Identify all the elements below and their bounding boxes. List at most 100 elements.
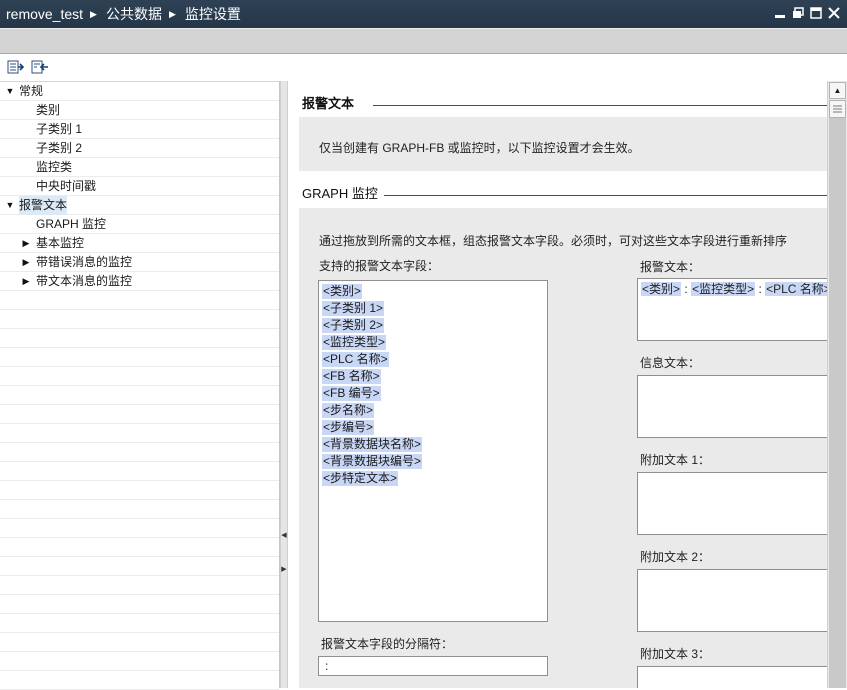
alarm-text-content: <类别> : <监控类型> : <PLC 名称> : < — [641, 280, 827, 297]
panel-splitter[interactable]: ◀ ▶ — [280, 81, 288, 688]
tree-item-label: 带文本消息的监控 — [36, 274, 133, 288]
tree-item-label: 子类别 2 — [36, 141, 83, 155]
scrollbar-thumb[interactable] — [829, 100, 846, 118]
additional-text-3-label: 附加文本 3： — [640, 647, 711, 661]
tree-item-label: 子类别 1 — [36, 122, 83, 136]
tree-empty-row — [0, 614, 279, 633]
field-item-instance-db-number[interactable]: <背景数据块编号> — [322, 454, 423, 469]
breadcrumb-separator-icon: ▶ — [168, 8, 176, 19]
tree-empty-row — [0, 329, 279, 348]
tree-item-label: 常规 — [19, 84, 44, 98]
field-item-subcategory-2[interactable]: <子类别 2> — [322, 318, 385, 333]
tree-empty-row — [0, 519, 279, 538]
minimize-icon — [775, 15, 785, 18]
tree-item-label: 类别 — [36, 103, 61, 117]
field-item-plc-name[interactable]: <PLC 名称> — [322, 352, 389, 367]
field-item-fb-number[interactable]: <FB 编号> — [322, 386, 381, 401]
collapsed-arrow-icon[interactable]: ▶ — [21, 234, 31, 253]
close-icon — [828, 7, 840, 19]
collapse-all-button[interactable] — [31, 59, 49, 75]
maximize-icon — [810, 7, 822, 19]
alarm-text-box[interactable]: <类别> : <监控类型> : <PLC 名称> : < — [637, 278, 827, 341]
tree-item-general[interactable]: ▼ 常规 — [0, 82, 279, 101]
info-panel: 仅当创建有 GRAPH-FB 或监控时，以下监控设置才会生效。 — [299, 117, 827, 171]
info-text: 仅当创建有 GRAPH-FB 或监控时，以下监控设置才会生效。 — [319, 141, 640, 155]
minimize-button[interactable] — [773, 5, 787, 21]
alarm-token-supervision-type[interactable]: <监控类型> — [691, 282, 756, 296]
tree-empty-row — [0, 557, 279, 576]
tree-empty-row — [0, 424, 279, 443]
tree-item-subcategory-1[interactable]: 子类别 1 — [0, 120, 279, 139]
field-item-supervision-type[interactable]: <监控类型> — [322, 335, 387, 350]
tree-empty-row — [0, 405, 279, 424]
tree-item-label: 报警文本 — [19, 196, 68, 215]
tree-empty-row — [0, 500, 279, 519]
breadcrumb-separator-icon: ▶ — [90, 8, 97, 19]
breadcrumb-supervision-settings[interactable]: 监控设置 — [185, 4, 241, 24]
field-item-step-name[interactable]: <步名称> — [322, 403, 375, 418]
vertical-scrollbar[interactable]: ▲ — [827, 81, 847, 688]
toolbar — [0, 54, 847, 81]
close-button[interactable] — [827, 5, 841, 21]
section-divider — [384, 195, 827, 196]
tree-item-label: 中央时间戳 — [36, 179, 97, 193]
additional-text-1-label: 附加文本 1： — [640, 453, 711, 467]
additional-text-2-box[interactable] — [637, 569, 827, 632]
section-divider — [373, 105, 827, 106]
tree-empty-row — [0, 481, 279, 500]
collapsed-arrow-icon[interactable]: ▶ — [21, 253, 31, 272]
graph-supervision-panel: 通过拖放到所需的文本框，组态报警文本字段。必须时，可对这些文本字段进行重新排序 … — [299, 208, 827, 688]
collapse-left-icon[interactable]: ◀ — [281, 531, 287, 539]
additional-text-2-label: 附加文本 2： — [640, 550, 711, 564]
expanded-arrow-icon[interactable]: ▼ — [5, 196, 15, 215]
expand-right-icon[interactable]: ▶ — [281, 565, 287, 573]
tree-empty-row — [0, 595, 279, 614]
additional-text-3-box[interactable] — [637, 666, 827, 688]
settings-content-pane: 报警文本 仅当创建有 GRAPH-FB 或监控时，以下监控设置才会生效。 GRA… — [288, 81, 827, 688]
tree-item-basic-supervision[interactable]: ▶ 基本监控 — [0, 234, 279, 253]
tree-item-graph-supervision[interactable]: GRAPH 监控 — [0, 215, 279, 234]
field-item-subcategory-1[interactable]: <子类别 1> — [322, 301, 385, 316]
field-item-step-number[interactable]: <步编号> — [322, 420, 375, 435]
tree-item-alarm-text[interactable]: ▼ 报警文本 — [0, 196, 279, 215]
tree-item-category[interactable]: 类别 — [0, 101, 279, 120]
tree-item-text-message-supervision[interactable]: ▶ 带文本消息的监控 — [0, 272, 279, 291]
additional-text-1-box[interactable] — [637, 472, 827, 535]
supported-fields-label: 支持的报警文本字段： — [319, 259, 440, 273]
tree-item-central-timestamp[interactable]: 中央时间戳 — [0, 177, 279, 196]
expand-all-button[interactable] — [7, 59, 25, 75]
info-text-box[interactable] — [637, 375, 827, 438]
editor-header-band — [0, 28, 847, 54]
tree-empty-row — [0, 386, 279, 405]
field-item-step-specific-text[interactable]: <步特定文本> — [322, 471, 399, 486]
tree-empty-row — [0, 291, 279, 310]
expanded-arrow-icon[interactable]: ▼ — [5, 82, 15, 101]
section-title-alarm-text: 报警文本 — [302, 96, 355, 111]
settings-navigation-tree: ▼ 常规 类别 子类别 1 子类别 2 监控类 中央时间戳 ▼ 报警文本 GRA… — [0, 81, 280, 690]
alarm-token-separator: : — [758, 282, 762, 296]
tree-item-supervision-class[interactable]: 监控类 — [0, 158, 279, 177]
alarm-token-plc-name[interactable]: <PLC 名称> — [765, 282, 827, 296]
alarm-token-category[interactable]: <类别> — [641, 282, 682, 296]
collapsed-arrow-icon[interactable]: ▶ — [21, 272, 31, 291]
tree-empty-row — [0, 633, 279, 652]
scrollbar-track[interactable] — [829, 118, 846, 688]
field-item-fb-name[interactable]: <FB 名称> — [322, 369, 381, 384]
tree-empty-row — [0, 671, 279, 690]
breadcrumb-common-data[interactable]: 公共数据 — [106, 4, 162, 24]
field-item-category[interactable]: <类别> — [322, 284, 363, 299]
tree-item-subcategory-2[interactable]: 子类别 2 — [0, 139, 279, 158]
tree-empty-row — [0, 367, 279, 386]
separator-input[interactable]: : — [318, 656, 548, 676]
field-item-instance-db-name[interactable]: <背景数据块名称> — [322, 437, 423, 452]
float-window-button[interactable] — [791, 5, 805, 21]
supported-fields-list[interactable]: <类别> <子类别 1> <子类别 2> <监控类型> <PLC 名称> <FB… — [318, 280, 548, 622]
info-text-label: 信息文本： — [640, 356, 701, 370]
grip-icon — [833, 105, 842, 113]
tree-item-label: 基本监控 — [36, 236, 85, 250]
breadcrumb-project[interactable]: remove_test — [6, 6, 83, 22]
editor-title-bar: remove_test ▶ 公共数据 ▶ 监控设置 — [0, 0, 847, 28]
maximize-button[interactable] — [809, 5, 823, 21]
tree-item-error-message-supervision[interactable]: ▶ 带错误消息的监控 — [0, 253, 279, 272]
scroll-up-button[interactable]: ▲ — [829, 82, 846, 99]
